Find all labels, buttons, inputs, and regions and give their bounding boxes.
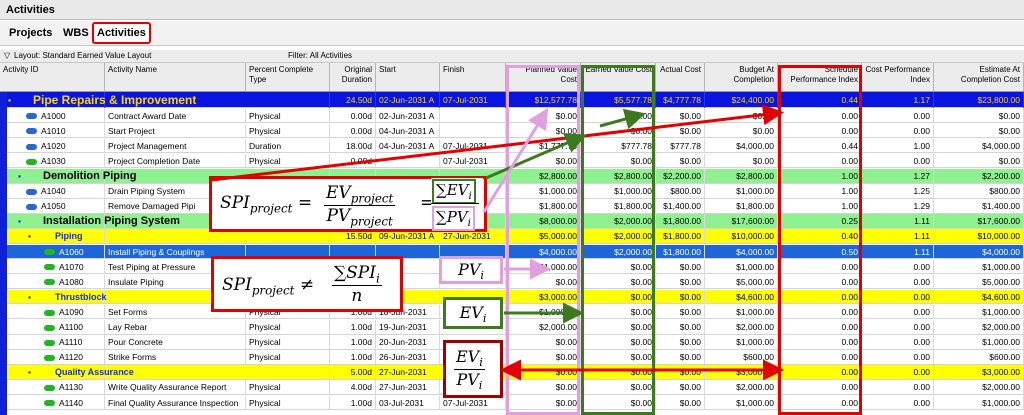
name-cell: Thrustblock bbox=[55, 291, 107, 302]
name-cell: Installation Piping System bbox=[43, 215, 180, 228]
annotation-arrows bbox=[211, 104, 784, 381]
name-cell: Quality Assurance bbox=[55, 367, 134, 378]
arrow-ev-top-right bbox=[599, 108, 646, 130]
name-cell: Pipe Repairs & Improvement bbox=[33, 93, 197, 107]
arrow-pv-top bbox=[482, 107, 549, 213]
name-cell: Piping bbox=[55, 231, 83, 242]
name-cell: Demolition Piping bbox=[43, 170, 137, 182]
